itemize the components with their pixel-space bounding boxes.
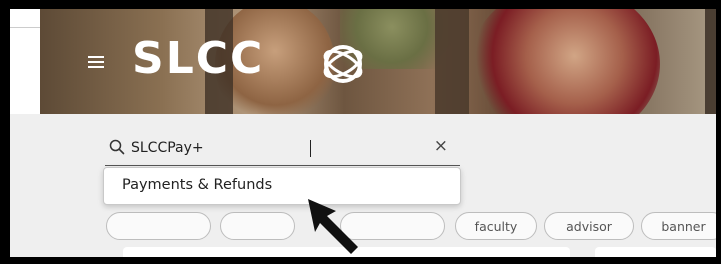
search-tag-chip[interactable] — [220, 212, 295, 240]
search-icon[interactable] — [109, 139, 125, 155]
suggestion-payments-refunds[interactable]: Payments & Refunds — [122, 177, 272, 193]
slcc-logo-mark-icon — [323, 45, 363, 83]
hero-photo-tree — [705, 9, 716, 114]
close-icon[interactable]: × — [434, 138, 448, 155]
black-arrow-pointer-icon — [308, 199, 358, 254]
divider — [10, 27, 40, 28]
hero-photo-person-right — [470, 9, 660, 114]
left-page-strip — [10, 9, 40, 114]
text-cursor — [310, 140, 311, 157]
search-bar: × — [105, 133, 460, 166]
screenshot-frame: SLCC × faculty advisor banner Payments &… — [0, 0, 721, 264]
browser-viewport: SLCC × faculty advisor banner Payments &… — [10, 9, 716, 257]
search-tag-chip[interactable] — [106, 212, 211, 240]
search-suggestions-dropdown: Payments & Refunds — [103, 167, 461, 205]
content-card — [595, 247, 716, 257]
search-tag-chip-banner[interactable]: banner — [641, 212, 716, 240]
search-tag-chip-faculty[interactable]: faculty — [455, 212, 537, 240]
slcc-logo-text[interactable]: SLCC — [132, 37, 264, 81]
hamburger-menu-icon[interactable] — [88, 56, 104, 70]
hero-photo-tree — [435, 9, 469, 114]
search-tag-chip-advisor[interactable]: advisor — [544, 212, 634, 240]
search-input[interactable] — [131, 135, 421, 161]
